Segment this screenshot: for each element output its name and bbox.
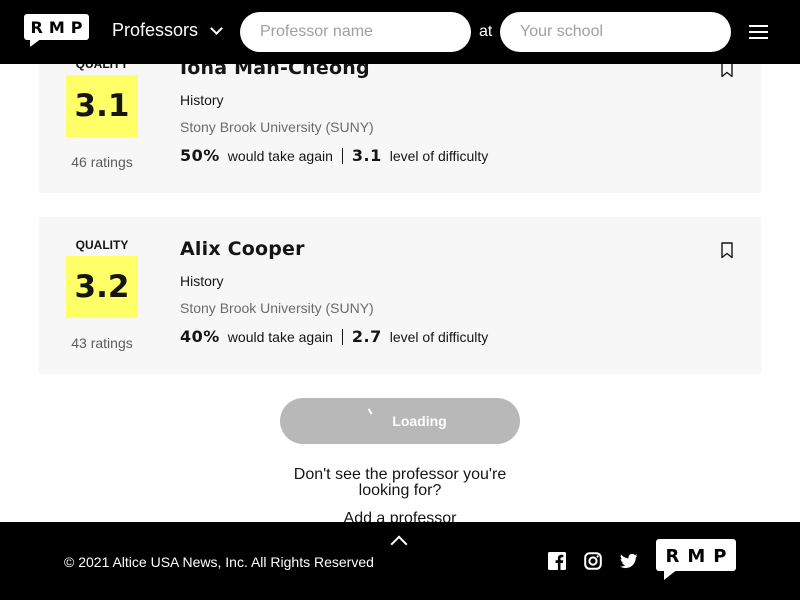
facebook-icon[interactable] — [548, 552, 566, 570]
menu-icon[interactable] — [749, 25, 768, 39]
chevron-down-icon — [210, 21, 223, 35]
professors-dropdown[interactable]: Professors — [112, 20, 223, 41]
loading-button[interactable]: Loading — [280, 398, 520, 444]
spinner-icon — [367, 407, 375, 415]
school-name: Stony Brook University (SUNY) — [180, 119, 374, 135]
difficulty-value: 3.1 — [351, 146, 382, 165]
stat-divider — [341, 147, 343, 164]
department: History — [180, 92, 224, 108]
would-take-again-label: would take again — [227, 328, 333, 345]
ratings-count: 46 ratings — [71, 154, 133, 170]
at-label: at — [479, 23, 493, 40]
difficulty-value: 2.7 — [351, 327, 382, 346]
would-take-again-label: would take again — [227, 147, 333, 164]
copyright-text: © 2021 Altice USA News, Inc. All Rights … — [64, 554, 374, 570]
chevron-up-icon[interactable] — [390, 535, 408, 553]
school-name: Stony Brook University (SUNY) — [180, 300, 374, 316]
professor-stats: 50% would take again 3.1 level of diffic… — [180, 146, 488, 165]
department: History — [180, 273, 224, 289]
would-take-again-value: 40% — [180, 327, 220, 346]
difficulty-label: level of difficulty — [389, 147, 489, 164]
professor-card[interactable]: QUALITY 3.2 43 ratings Alix Cooper Histo… — [39, 217, 761, 374]
logo-tail — [664, 569, 678, 580]
twitter-icon[interactable] — [620, 552, 638, 570]
site-header: RMP Professors at — [0, 0, 800, 64]
school-search-input[interactable] — [500, 12, 731, 52]
dropdown-label: Professors — [112, 20, 199, 40]
would-take-again-value: 50% — [180, 146, 220, 165]
professor-stats: 40% would take again 2.7 level of diffic… — [180, 327, 488, 346]
instagram-icon[interactable] — [584, 552, 602, 570]
logo-text: RMP — [665, 546, 735, 567]
loading-label: Loading — [392, 413, 447, 429]
professor-name: Alix Cooper — [180, 238, 305, 260]
rmp-logo[interactable]: RMP — [24, 14, 89, 50]
difficulty-label: level of difficulty — [389, 328, 489, 345]
stat-divider — [341, 328, 343, 345]
site-footer: © 2021 Altice USA News, Inc. All Rights … — [0, 522, 800, 600]
ratings-count: 43 ratings — [71, 335, 133, 351]
quality-score: 3.2 — [66, 256, 138, 318]
bookmark-icon[interactable] — [721, 242, 733, 259]
footer-rmp-logo[interactable]: RMP — [656, 539, 736, 583]
quality-label: QUALITY — [75, 238, 129, 252]
logo-text: RMP — [30, 18, 89, 37]
quality-score: 3.1 — [66, 75, 138, 137]
logo-tail — [30, 38, 42, 47]
professor-search-input[interactable] — [240, 12, 471, 52]
missing-professor-text: Don't see the professor you're looking f… — [293, 466, 507, 499]
